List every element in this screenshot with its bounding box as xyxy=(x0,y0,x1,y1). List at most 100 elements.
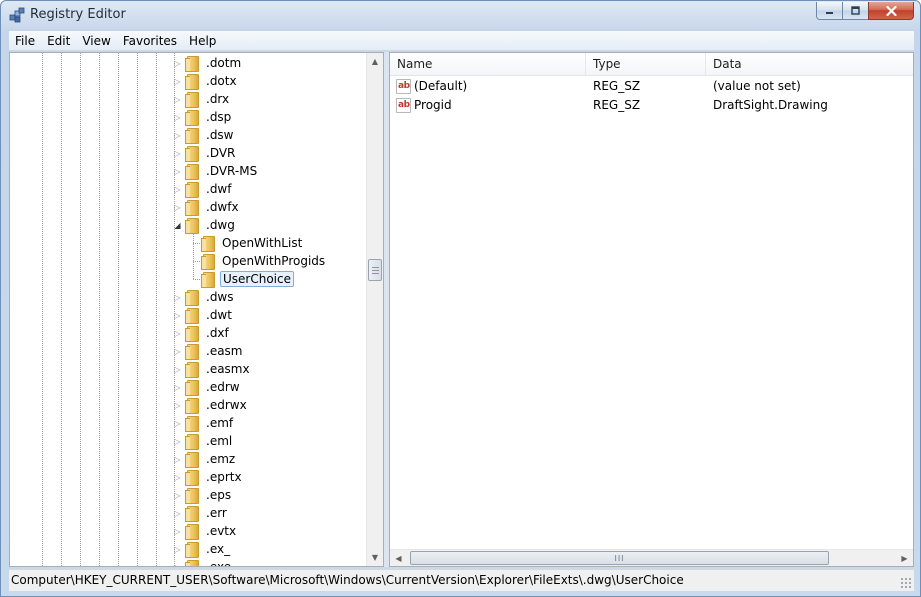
folder-icon xyxy=(184,326,200,342)
tree-item-label: .dws xyxy=(206,290,234,304)
tree-item[interactable]: ▷ .DVR-MS xyxy=(173,162,259,180)
tree-item[interactable]: ▷ .edrwx xyxy=(173,396,249,414)
tree-item[interactable]: ▷ .emf xyxy=(173,414,235,432)
close-button[interactable] xyxy=(868,2,914,20)
expand-arrow-icon[interactable]: ▷ xyxy=(173,113,182,122)
tree-item-label: .eprtx xyxy=(206,470,242,484)
tree-item[interactable]: OpenWithProgids xyxy=(193,252,327,270)
expand-arrow-icon[interactable]: ▷ xyxy=(173,383,182,392)
expand-arrow-icon[interactable]: ▷ xyxy=(173,185,182,194)
expand-arrow-icon[interactable]: ▷ xyxy=(173,77,182,86)
title-bar[interactable]: Registry Editor xyxy=(1,1,920,31)
folder-icon xyxy=(184,290,200,306)
values-list-pane[interactable]: Name Type Data ab (Default) REG_SZ (valu… xyxy=(389,52,914,567)
column-header-type[interactable]: Type xyxy=(586,53,706,76)
menu-view[interactable]: View xyxy=(76,31,116,51)
scroll-left-arrow-icon[interactable]: ◀ xyxy=(390,550,407,566)
scroll-down-arrow-icon[interactable]: ▼ xyxy=(367,549,383,566)
expand-arrow-icon[interactable]: ▷ xyxy=(173,311,182,320)
folder-icon xyxy=(184,362,200,378)
expand-arrow-icon[interactable]: ▷ xyxy=(173,419,182,428)
tree-connector xyxy=(193,234,194,279)
expand-arrow-icon[interactable]: ▷ xyxy=(173,437,182,446)
expand-arrow-icon[interactable]: ▷ xyxy=(173,473,182,482)
column-header-name[interactable]: Name xyxy=(390,53,586,76)
value-data: (value not set) xyxy=(713,79,801,93)
tree-item-label: .drx xyxy=(206,92,230,106)
scroll-up-arrow-icon[interactable]: ▲ xyxy=(367,53,383,70)
expand-arrow-icon[interactable]: ▷ xyxy=(173,167,182,176)
tree-item[interactable]: ▷ .exe xyxy=(173,558,233,567)
menu-edit[interactable]: Edit xyxy=(41,31,76,51)
tree-item[interactable]: ▷ .evtx xyxy=(173,522,238,540)
list-row[interactable]: ab Progid REG_SZ DraftSight.Drawing xyxy=(390,96,913,115)
maximize-icon xyxy=(851,6,860,15)
tree-item[interactable]: ◢ .dwg xyxy=(173,216,237,234)
folder-icon xyxy=(184,470,200,486)
expand-arrow-icon[interactable]: ▷ xyxy=(173,563,182,567)
menu-help[interactable]: Help xyxy=(183,31,222,51)
tree-item[interactable]: OpenWithList xyxy=(193,234,304,252)
tree-item[interactable]: ▷ .err xyxy=(173,504,229,522)
tree-item[interactable]: ▷ .edrw xyxy=(173,378,242,396)
expand-arrow-icon[interactable]: ▷ xyxy=(173,509,182,518)
tree-item[interactable]: ▷ .dwt xyxy=(173,306,234,324)
tree-item[interactable]: ▷ .easmx xyxy=(173,360,252,378)
status-bar: Computer\HKEY_CURRENT_USER\Software\Micr… xyxy=(9,569,914,591)
tree-item[interactable]: ▷ .dwf xyxy=(173,180,233,198)
expand-arrow-icon[interactable]: ▷ xyxy=(173,203,182,212)
tree-item[interactable]: ▷ .easm xyxy=(173,342,245,360)
maximize-button[interactable] xyxy=(842,2,869,20)
expand-arrow-icon[interactable]: ▷ xyxy=(173,491,182,500)
expand-arrow-icon[interactable]: ▷ xyxy=(173,401,182,410)
tree-item[interactable]: ▷ .emz xyxy=(173,450,237,468)
expand-arrow-icon[interactable]: ▷ xyxy=(173,59,182,68)
tree-vertical-scrollbar[interactable]: ▲ ▼ xyxy=(366,53,383,566)
expand-arrow-icon[interactable]: ▷ xyxy=(173,329,182,338)
tree-item[interactable]: ▷ .DVR xyxy=(173,144,237,162)
tree-scroll-thumb[interactable] xyxy=(368,259,382,281)
value-name: Progid xyxy=(414,98,452,112)
tree-item[interactable]: ▷ .dotx xyxy=(173,72,239,90)
close-icon xyxy=(885,5,897,16)
list-scroll-thumb[interactable]: III xyxy=(410,551,829,565)
tree-item-label: .dwfx xyxy=(206,200,239,214)
tree-item[interactable]: ▷ .dwfx xyxy=(173,198,241,216)
expand-arrow-icon[interactable]: ▷ xyxy=(173,347,182,356)
menu-favorites[interactable]: Favorites xyxy=(117,31,183,51)
expand-arrow-icon[interactable]: ▷ xyxy=(173,95,182,104)
tree-item[interactable]: ▷ .eml xyxy=(173,432,234,450)
list-horizontal-scrollbar[interactable]: ◀ III ▶ xyxy=(390,549,913,566)
expand-arrow-icon[interactable]: ▷ xyxy=(173,545,182,554)
tree-item[interactable]: ▷ .eps xyxy=(173,486,233,504)
minimize-button[interactable] xyxy=(816,2,843,20)
tree-item[interactable]: UserChoice xyxy=(193,270,294,288)
list-row[interactable]: ab (Default) REG_SZ (value not set) xyxy=(390,77,913,96)
tree-item[interactable]: ▷ .dotm xyxy=(173,54,243,72)
tree-item[interactable]: ▷ .eprtx xyxy=(173,468,244,486)
expand-arrow-icon[interactable]: ▷ xyxy=(173,131,182,140)
tree-item[interactable]: ▷ .dws xyxy=(173,288,236,306)
expand-arrow-icon[interactable]: ▷ xyxy=(173,149,182,158)
expand-arrow-icon[interactable]: ▷ xyxy=(173,365,182,374)
resize-grip-icon[interactable] xyxy=(900,577,912,589)
menu-file[interactable]: File xyxy=(9,31,41,51)
tree-item[interactable]: ▷ .drx xyxy=(173,90,231,108)
key-tree-pane[interactable]: ▷ .dotm ▷ .dotx ▷ .drx ▷ .dsp ▷ .dsw ▷ .DVR ▷ .DVR-MS… xyxy=(9,52,384,567)
tree-item[interactable]: ▷ .dsw xyxy=(173,126,236,144)
list-header: Name Type Data xyxy=(390,53,913,76)
expand-arrow-icon[interactable]: ▷ xyxy=(173,527,182,536)
collapse-arrow-icon[interactable]: ◢ xyxy=(173,221,182,230)
tree-item[interactable]: ▷ .dsp xyxy=(173,108,233,126)
tree-item-label: .dwf xyxy=(206,182,232,196)
tree-item[interactable]: ▷ .dxf xyxy=(173,324,231,342)
expand-arrow-icon[interactable]: ▷ xyxy=(173,293,182,302)
expand-arrow-icon[interactable]: ▷ xyxy=(173,455,182,464)
column-header-data[interactable]: Data xyxy=(706,53,913,76)
folder-icon xyxy=(184,74,200,90)
string-value-icon: ab xyxy=(396,98,411,113)
scroll-right-arrow-icon[interactable]: ▶ xyxy=(896,550,913,566)
registry-editor-window: Registry Editor File Edit View Favorites… xyxy=(0,0,921,597)
tree-item-label: .ex_ xyxy=(206,542,231,556)
tree-item[interactable]: ▷ .ex_ xyxy=(173,540,232,558)
